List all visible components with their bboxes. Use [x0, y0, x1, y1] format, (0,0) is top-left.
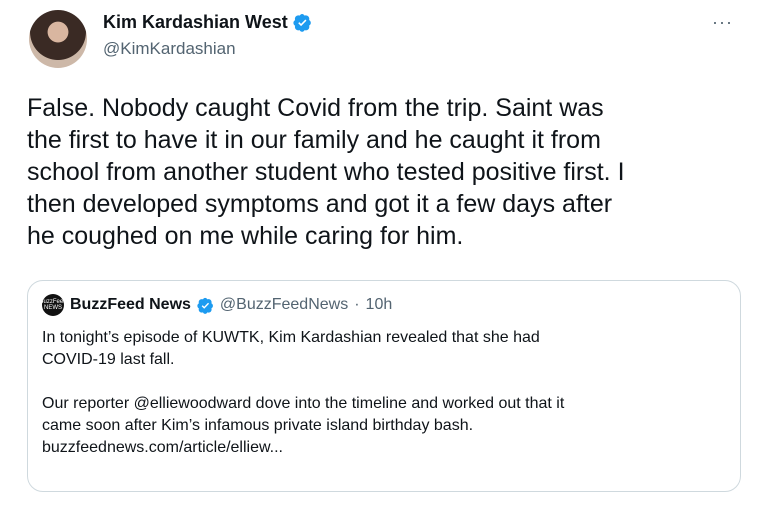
- verified-badge-icon: [293, 13, 311, 32]
- author-name-row: Kim Kardashian West: [103, 12, 312, 33]
- tweet-text-line: the first to have it in our family and h…: [27, 126, 601, 154]
- tweet-text-line: then developed symptoms and got it a few…: [27, 190, 613, 218]
- quoted-tweet[interactable]: BuzzFeed NEWS BuzzFeed News @BuzzFeedNew…: [27, 280, 741, 492]
- tweet-card: Kim Kardashian West @KimKardashian ··· F…: [0, 0, 761, 509]
- quoted-author-avatar: BuzzFeed NEWS: [40, 294, 67, 316]
- tweet-text-line: school from another student who tested p…: [27, 158, 625, 186]
- quoted-text-line: Our reporter @elliewoodward dove into th…: [42, 395, 565, 412]
- quoted-text-line: In tonight’s episode of KUWTK, Kim Karda…: [42, 329, 540, 346]
- author-avatar[interactable]: [29, 10, 87, 68]
- quoted-text-line: COVID-19 last fall.: [42, 351, 175, 368]
- tweet-text-line: False. Nobody caught Covid from the trip…: [27, 94, 604, 122]
- quoted-author-name: BuzzFeed News: [70, 296, 191, 313]
- quoted-tweet-text: In tonight’s episode of KUWTK, Kim Karda…: [42, 327, 702, 459]
- author-block: Kim Kardashian West @KimKardashian: [103, 12, 312, 59]
- tweet-text-line: he coughed on me while caring for him.: [27, 222, 464, 250]
- author-display-name[interactable]: Kim Kardashian West: [103, 12, 288, 33]
- quoted-text-line: came soon after Kim’s infamous private i…: [42, 417, 474, 434]
- tweet-text: False. Nobody caught Covid from the trip…: [27, 92, 742, 252]
- more-options-icon[interactable]: ···: [712, 12, 733, 33]
- author-handle[interactable]: @KimKardashian: [103, 39, 312, 59]
- quoted-tweet-header: BuzzFeed NEWS BuzzFeed News @BuzzFeedNew…: [40, 293, 726, 317]
- quoted-author-handle: @BuzzFeedNews: [219, 296, 349, 313]
- separator-dot: ·: [354, 296, 360, 313]
- quoted-link[interactable]: buzzfeednews.com/article/elliew...: [42, 437, 702, 459]
- quoted-tweet-time[interactable]: 10h: [366, 296, 393, 314]
- verified-badge-icon: [197, 297, 213, 314]
